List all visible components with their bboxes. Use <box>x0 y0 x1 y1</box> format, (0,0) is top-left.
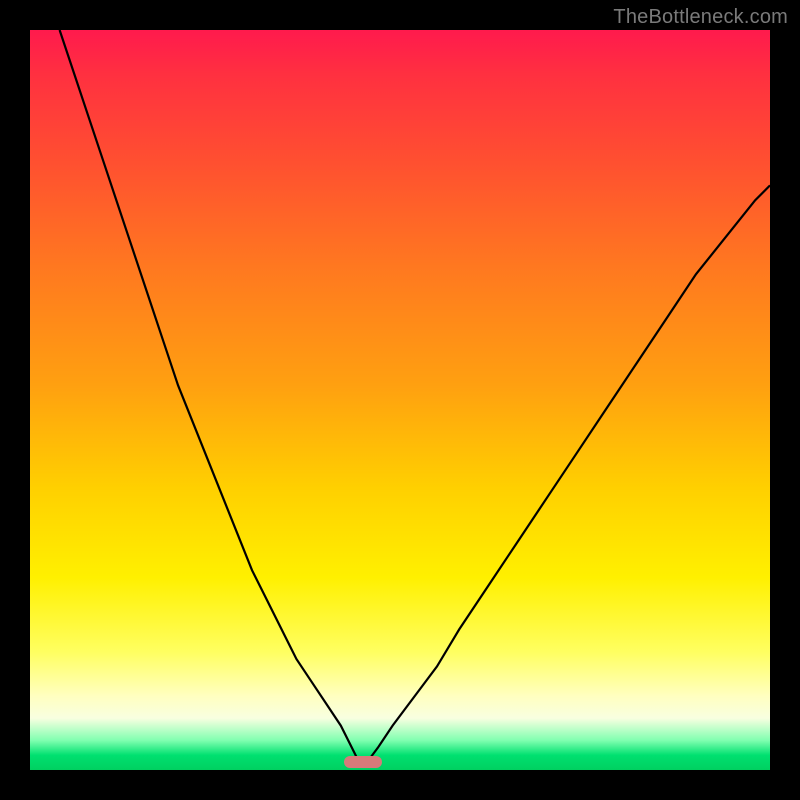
vertex-marker <box>344 756 382 768</box>
chart-frame: TheBottleneck.com <box>0 0 800 800</box>
bottleneck-curve <box>30 30 770 770</box>
curve-left-branch <box>60 30 360 763</box>
plot-area <box>30 30 770 770</box>
watermark-text: TheBottleneck.com <box>613 6 788 29</box>
curve-right-branch <box>367 185 770 762</box>
